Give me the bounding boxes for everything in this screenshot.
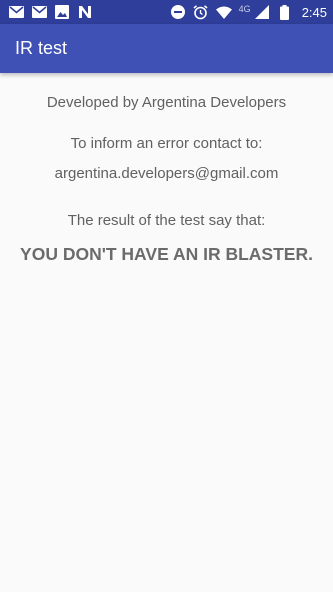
clock: 2:45 [301, 4, 327, 20]
system-icons: 4G 2:45 [170, 4, 327, 20]
contact-intro-text: To inform an error contact to: [70, 135, 263, 152]
n-app-icon [77, 4, 93, 20]
screen: 4G 2:45 IR test Developed by Argentina D… [0, 0, 333, 592]
image-icon [54, 4, 70, 20]
notification-icons [8, 4, 93, 20]
alarm-icon [193, 4, 209, 20]
network-type-label: 4G [238, 4, 251, 14]
test-result: YOU DON'T HAVE AN IR BLASTER. [20, 244, 313, 264]
app-title: IR test [15, 38, 68, 58]
result-intro-text: The result of the test say that: [67, 212, 266, 229]
battery-icon [277, 4, 293, 20]
app-bar: IR test [0, 24, 333, 73]
gmail-icon [31, 4, 47, 20]
cellular-signal-icon [254, 4, 270, 20]
status-bar: 4G 2:45 [0, 0, 333, 24]
gmail-icon [8, 4, 24, 20]
contact-email: argentina.developers@gmail.com [54, 165, 279, 182]
wifi-icon [215, 4, 232, 20]
developer-credit: Developed by Argentina Developers [46, 94, 287, 111]
do-not-disturb-icon [170, 4, 186, 20]
